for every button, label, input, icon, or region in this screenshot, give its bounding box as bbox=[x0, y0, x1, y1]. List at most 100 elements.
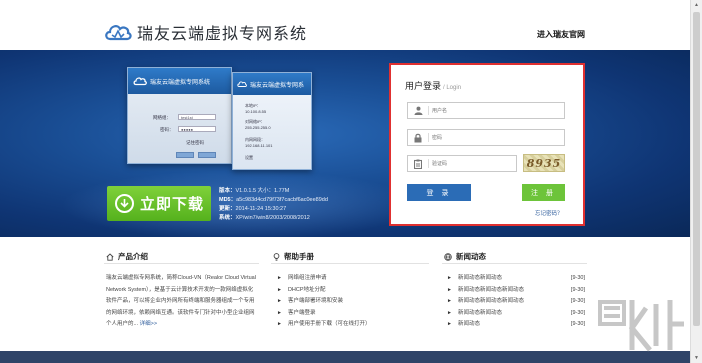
news-list: ► 新闻动态新闻动态 [9-30] ► 新闻动态新闻动态新闻动态 [9-30] ► 新闻动… bbox=[447, 273, 585, 331]
client-preview-header: 瑞友云端虚拟专网系统 bbox=[128, 68, 231, 94]
help-item-label: 用户使用手册下载（可在线打开） bbox=[287, 321, 371, 327]
login-panel: 用户登录/ Login 8935 登 录 注 册 忘记密码？ bbox=[389, 63, 585, 226]
md5-label: MD5： bbox=[219, 197, 237, 203]
news-item[interactable]: ► 新闻动态新闻动态新闻动态 [9-30] bbox=[447, 285, 585, 297]
news-item[interactable]: ► 新闻动态新闻动态新闻动态 [9-30] bbox=[447, 296, 585, 308]
page: 瑞友云端虚拟专网系统 进入瑞友官网 瑞友云端虚拟专网系统 网络组： test1s… bbox=[0, 0, 702, 363]
help-item[interactable]: ► 用户使用手册下载（可在线打开） bbox=[277, 319, 370, 331]
help-list: ► 网络组注册申请 ► DHCP地址分配 ► 客户端部署环境和安装 ► 客户端登录 ► 用… bbox=[277, 273, 370, 331]
product-section-header: 产品介绍 bbox=[106, 251, 148, 262]
status-item: 本地IP： bbox=[245, 103, 261, 108]
news-section-title: 新闻动态 bbox=[456, 252, 486, 261]
client-preview-group-label: 网络组： bbox=[153, 115, 171, 120]
forgot-password-link[interactable]: 忘记密码？ bbox=[535, 209, 563, 217]
bullet-icon: ► bbox=[277, 309, 282, 316]
help-item[interactable]: ► 客户端登录 bbox=[277, 308, 370, 320]
status-item: 192.168.11.101 bbox=[245, 143, 273, 148]
login-button[interactable]: 登 录 bbox=[407, 184, 471, 201]
help-section-header: 帮助手册 bbox=[273, 251, 314, 262]
clipboard-icon bbox=[408, 156, 428, 171]
login-subtitle: / Login bbox=[443, 85, 462, 91]
bullet-icon: ► bbox=[447, 286, 452, 293]
client-preview-password-value: ●●●●● bbox=[178, 126, 216, 132]
status-item: 255.255.255.0 bbox=[245, 125, 271, 130]
captcha-input[interactable] bbox=[432, 158, 512, 169]
news-item-title: 新闻动态新闻动态新闻动态 bbox=[457, 298, 524, 304]
bullet-icon: ► bbox=[277, 286, 282, 293]
field-separator bbox=[428, 159, 429, 168]
news-item-date: [9-30] bbox=[570, 298, 585, 304]
product-section-title: 产品介绍 bbox=[118, 252, 148, 261]
download-label: 立即下载 bbox=[140, 196, 205, 213]
status-item: 10.100.8.55 bbox=[245, 109, 267, 114]
client-preview-group-value: test1st bbox=[178, 114, 216, 120]
logo-text: 瑞友云端虚拟专网系统 bbox=[137, 26, 308, 43]
help-item-label: 客户端登录 bbox=[287, 309, 316, 316]
client-preview-button bbox=[176, 152, 194, 158]
scroll-up-icon[interactable]: ▲ bbox=[691, 0, 702, 10]
help-item[interactable]: ► 网络组注册申请 bbox=[277, 273, 370, 285]
client-preview-status-title: 瑞友云端虚拟专网系 bbox=[250, 82, 305, 89]
username-input[interactable] bbox=[432, 105, 552, 116]
client-preview-login-card: 瑞友云端虚拟专网系统 网络组： test1st 密码： ●●●●● 记住密码 bbox=[127, 67, 232, 164]
download-button[interactable]: 立即下载 bbox=[107, 186, 211, 221]
bullet-icon: ► bbox=[277, 298, 282, 304]
news-item[interactable]: ► 新闻动态新闻动态 [9-30] bbox=[447, 273, 585, 285]
login-title-text: 用户登录 bbox=[405, 81, 442, 91]
scroll-down-icon[interactable]: ▼ bbox=[691, 353, 702, 363]
password-input[interactable] bbox=[432, 132, 552, 143]
enter-official-site-link[interactable]: 进入瑞友官网 bbox=[537, 29, 585, 40]
password-field[interactable] bbox=[407, 129, 565, 146]
scrollbar-thumb[interactable] bbox=[693, 12, 700, 326]
divider bbox=[104, 263, 259, 264]
news-item-date: [9-30] bbox=[570, 286, 585, 293]
help-item-label: DHCP地址分配 bbox=[287, 286, 326, 293]
cloud-logo-icon bbox=[133, 77, 147, 86]
product-intro-text: 瑞友云端虚拟专网系统，简称Cloud-VN（Realor Cloud Virtu… bbox=[106, 275, 256, 327]
captcha-field[interactable] bbox=[407, 155, 517, 172]
client-preview-status-card: 瑞友云端虚拟专网系 本地IP： 10.100.8.55 对网络IP： 255.2… bbox=[232, 72, 312, 170]
system-value: XP/win7/win8/2003/2008/2012 bbox=[235, 215, 310, 221]
login-title: 用户登录 / Login bbox=[405, 79, 461, 92]
news-item-title: 新闻动态新闻动态 bbox=[457, 275, 502, 281]
help-section-title: 帮助手册 bbox=[284, 252, 314, 261]
md5-value: a5c983d4cd79f73f7cacbf6ac0ee89dd bbox=[236, 197, 328, 203]
field-separator bbox=[428, 106, 429, 115]
news-item[interactable]: ► 新闻动态 [9-30] bbox=[447, 319, 585, 331]
update-label: 更新： bbox=[219, 206, 236, 212]
client-preview-password-label: 密码： bbox=[160, 127, 174, 132]
update-value: 2014-11-24 15:30:27 bbox=[235, 206, 287, 212]
help-item[interactable]: ► DHCP地址分配 bbox=[277, 285, 370, 297]
news-item-title: 新闻动态新闻动态新闻动态 bbox=[457, 286, 524, 293]
client-preview-status-header: 瑞友云端虚拟专网系 bbox=[233, 73, 311, 95]
bullet-icon: ► bbox=[447, 298, 452, 304]
system-label: 系统： bbox=[219, 215, 236, 221]
client-preview-title: 瑞友云端虚拟专网系统 bbox=[150, 79, 211, 86]
help-item[interactable]: ► 客户端部署环境和安装 bbox=[277, 296, 370, 308]
product-more-link[interactable]: 详细>> bbox=[140, 321, 157, 327]
watermark-logo bbox=[594, 294, 688, 361]
header: 瑞友云端虚拟专网系统 进入瑞友官网 bbox=[0, 0, 690, 50]
banner bbox=[0, 50, 690, 237]
captcha-image[interactable]: 8935 bbox=[523, 154, 565, 172]
status-item: 对网络IP： bbox=[245, 119, 265, 124]
cloud-logo-icon bbox=[105, 25, 132, 41]
client-preview-remember: 记住密码 bbox=[186, 140, 204, 145]
lock-icon bbox=[408, 130, 428, 145]
help-item-label: 客户端部署环境和安装 bbox=[287, 298, 343, 304]
news-item-title: 新闻动态新闻动态 bbox=[457, 309, 502, 316]
status-item: 设置 bbox=[245, 155, 253, 160]
home-icon bbox=[106, 252, 114, 261]
footer bbox=[0, 351, 690, 363]
username-field[interactable] bbox=[407, 102, 565, 119]
register-button[interactable]: 注 册 bbox=[522, 184, 565, 201]
help-item-label: 网络组注册申请 bbox=[287, 275, 327, 281]
vertical-scrollbar[interactable]: ▲ ▼ bbox=[690, 0, 702, 363]
logo[interactable]: 瑞友云端虚拟专网系统 bbox=[104, 20, 307, 44]
download-icon bbox=[115, 194, 134, 213]
bullet-icon: ► bbox=[447, 321, 452, 327]
version-value: V1.0.1.5 大小：1.77M bbox=[235, 188, 290, 194]
news-item-date: [9-30] bbox=[570, 321, 585, 327]
divider bbox=[442, 263, 587, 264]
news-item[interactable]: ► 新闻动态新闻动态 [9-30] bbox=[447, 308, 585, 320]
